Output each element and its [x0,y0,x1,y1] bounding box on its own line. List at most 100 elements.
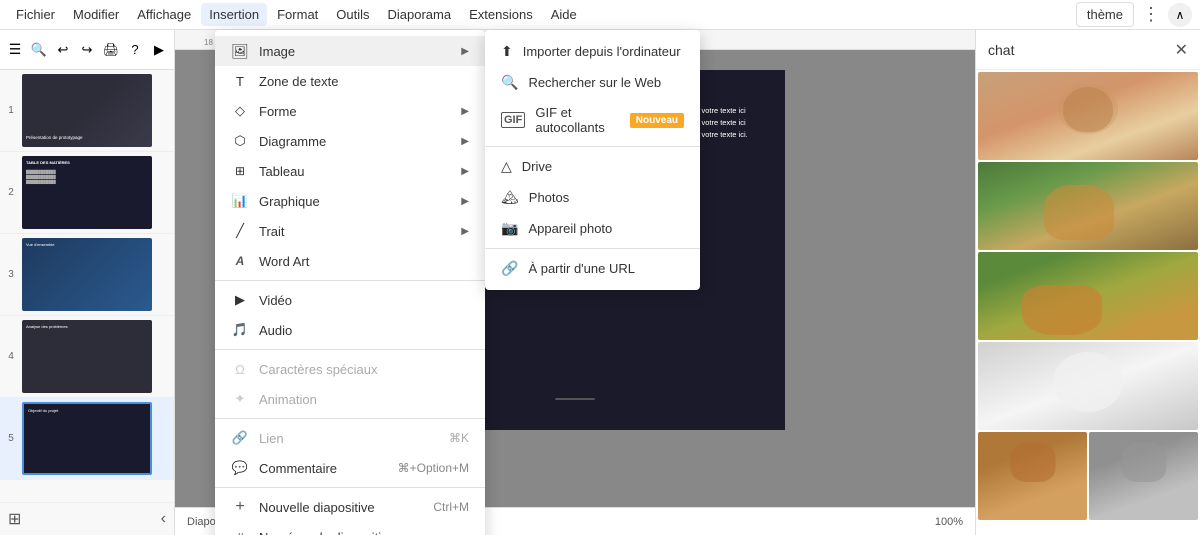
word-art-label: Word Art [259,254,309,269]
menu-item-audio[interactable]: 🎵 Audio [215,315,485,345]
search-icon[interactable]: 🔍 [28,37,50,63]
collapse-slides-icon[interactable]: ‹ [161,510,166,528]
menu-item-video[interactable]: ▶ Vidéo [215,285,485,315]
menu-item-commentaire[interactable]: 💬 Commentaire ⌘+Option+M [215,453,485,483]
url-link-icon: 🔗 [501,260,518,277]
theme-button[interactable]: thème [1076,2,1134,27]
menu-modifier[interactable]: Modifier [65,3,127,26]
nouvelle-diapo-icon: + [231,498,249,516]
play-icon[interactable]: ▶ [148,37,170,63]
slide-thumbnail-4: Analyse des problèmes [22,320,152,393]
slide-item-2[interactable]: 2 TABLE DES MATIÈRES ███████████████████… [0,152,174,234]
chat-close-icon[interactable]: ✕ [1175,40,1188,60]
menu-item-graphique[interactable]: 📊 Graphique ▶ [215,186,485,216]
undo-icon[interactable]: ↩ [52,37,74,63]
menu-fichier[interactable]: Fichier [8,3,63,26]
collapse-panel-button[interactable]: ∧ [1168,3,1192,27]
menu-item-diagramme[interactable]: ⬡ Diagramme ▶ [215,126,485,156]
tableau-arrow-icon: ▶ [461,166,469,177]
nouvelle-diapo-label: Nouvelle diapositive [259,500,375,515]
slide-thumbnail-5: Objectif du projet [22,402,152,475]
slide-number-3: 3 [4,269,18,280]
submenu-item-drive[interactable]: △ Drive [485,151,700,182]
submenu-item-importer[interactable]: ⬆ Importer depuis l'ordinateur [485,36,700,67]
menu-item-caract-speciaux: Ω Caractères spéciaux [215,354,485,384]
lien-icon: 🔗 [231,429,249,447]
print-icon[interactable]: 🖨 [100,37,122,63]
submenu-item-photos[interactable]: 🏔 Photos [485,182,700,213]
slide-item-1[interactable]: 1 Présentation de prototypage [0,70,174,152]
redo-icon[interactable]: ↪ [76,37,98,63]
menu-outils[interactable]: Outils [328,3,377,26]
menu-item-nouvelle-diapo[interactable]: + Nouvelle diapositive Ctrl+M [215,492,485,522]
audio-icon: 🎵 [231,321,249,339]
menu-item-word-art[interactable]: A Word Art [215,246,485,276]
slide-thumbnail-1: Présentation de prototypage [22,74,152,147]
image-submenu: ⬆ Importer depuis l'ordinateur 🔍 Recherc… [485,30,700,290]
forme-icon: ◇ [231,102,249,120]
trait-label: Trait [259,224,285,239]
image-arrow-icon: ▶ [461,46,469,57]
submenu-item-rechercher[interactable]: 🔍 Rechercher sur le Web [485,67,700,98]
chat-image-3 [978,252,1198,340]
chat-image-2 [978,162,1198,250]
more-options-icon[interactable]: ⋮ [1142,4,1160,25]
nouvelle-diapo-shortcut: Ctrl+M [433,500,469,514]
drive-label: Drive [522,159,552,174]
tableau-label: Tableau [259,164,305,179]
slide-item-4[interactable]: 4 Analyse des problèmes [0,316,174,398]
rechercher-label: Rechercher sur le Web [528,75,661,90]
slide-thumbnail-3: Vue d'ensemble [22,238,152,311]
menu-affichage[interactable]: Affichage [129,3,199,26]
menu-aide[interactable]: Aide [543,3,585,26]
slide-number-4: 4 [4,351,18,362]
menu-insertion[interactable]: Insertion [201,3,267,26]
commentaire-icon: 💬 [231,459,249,477]
graphique-icon: 📊 [231,192,249,210]
menu-item-lien: 🔗 Lien ⌘K [215,423,485,453]
menu-item-trait[interactable]: ╱ Trait ▶ [215,216,485,246]
menu-item-numeros[interactable]: # Numéros de diapositives [215,522,485,535]
diagramme-arrow-icon: ▶ [461,136,469,147]
menu-item-forme[interactable]: ◇ Forme ▶ [215,96,485,126]
menu-format[interactable]: Format [269,3,326,26]
appareil-label: Appareil photo [528,221,612,236]
zoom-level: 100% [935,516,963,528]
menu-icon[interactable]: ☰ [4,37,26,63]
video-icon: ▶ [231,291,249,309]
menu-diaporama[interactable]: Diaporama [380,3,460,26]
slides-panel: ☰ 🔍 ↩ ↪ 🖨 ? ▶ 1 Présentation de prototyp… [0,30,175,535]
numeros-icon: # [231,528,249,535]
caract-speciaux-icon: Ω [231,360,249,378]
menu-divider-2 [215,349,485,350]
nouveau-badge: Nouveau [630,113,684,128]
menu-item-tableau[interactable]: ⊞ Tableau ▶ [215,156,485,186]
menu-item-zone-texte[interactable]: T Zone de texte [215,66,485,96]
help-icon[interactable]: ? [124,37,146,63]
chat-image-4 [978,342,1198,430]
submenu-divider-1 [485,146,700,147]
slide-item-3[interactable]: 3 Vue d'ensemble [0,234,174,316]
submenu-item-gif[interactable]: GIF GIF et autocollants Nouveau [485,98,700,142]
menu-item-animation: ✦ Animation [215,384,485,414]
lien-label: Lien [259,431,284,446]
submenu-item-appareil[interactable]: 📷 Appareil photo [485,213,700,244]
video-label: Vidéo [259,293,292,308]
animation-label: Animation [259,392,317,407]
rechercher-icon: 🔍 [501,74,518,91]
submenu-item-url[interactable]: 🔗 À partir d'une URL [485,253,700,284]
menu-divider-1 [215,280,485,281]
menubar: Fichier Modifier Affichage Insertion For… [0,0,1200,30]
slide-item-5[interactable]: 5 Objectif du projet [0,398,174,480]
zone-texte-label: Zone de texte [259,74,339,89]
grid-view-icon[interactable]: ⊞ [8,509,21,529]
slide-number-5: 5 [4,433,18,444]
importer-label: Importer depuis l'ordinateur [523,44,681,59]
chat-image-5b [1089,432,1198,520]
menu-item-image[interactable]: 🖼 Image ▶ [215,36,485,66]
caract-speciaux-label: Caractères spéciaux [259,362,378,377]
insert-menu: 🖼 Image ▶ T Zone de texte ◇ Forme ▶ ⬡ Di… [215,30,485,535]
menu-extensions[interactable]: Extensions [461,3,541,26]
chat-title: chat [988,42,1014,58]
slide-number-1: 1 [4,105,18,116]
